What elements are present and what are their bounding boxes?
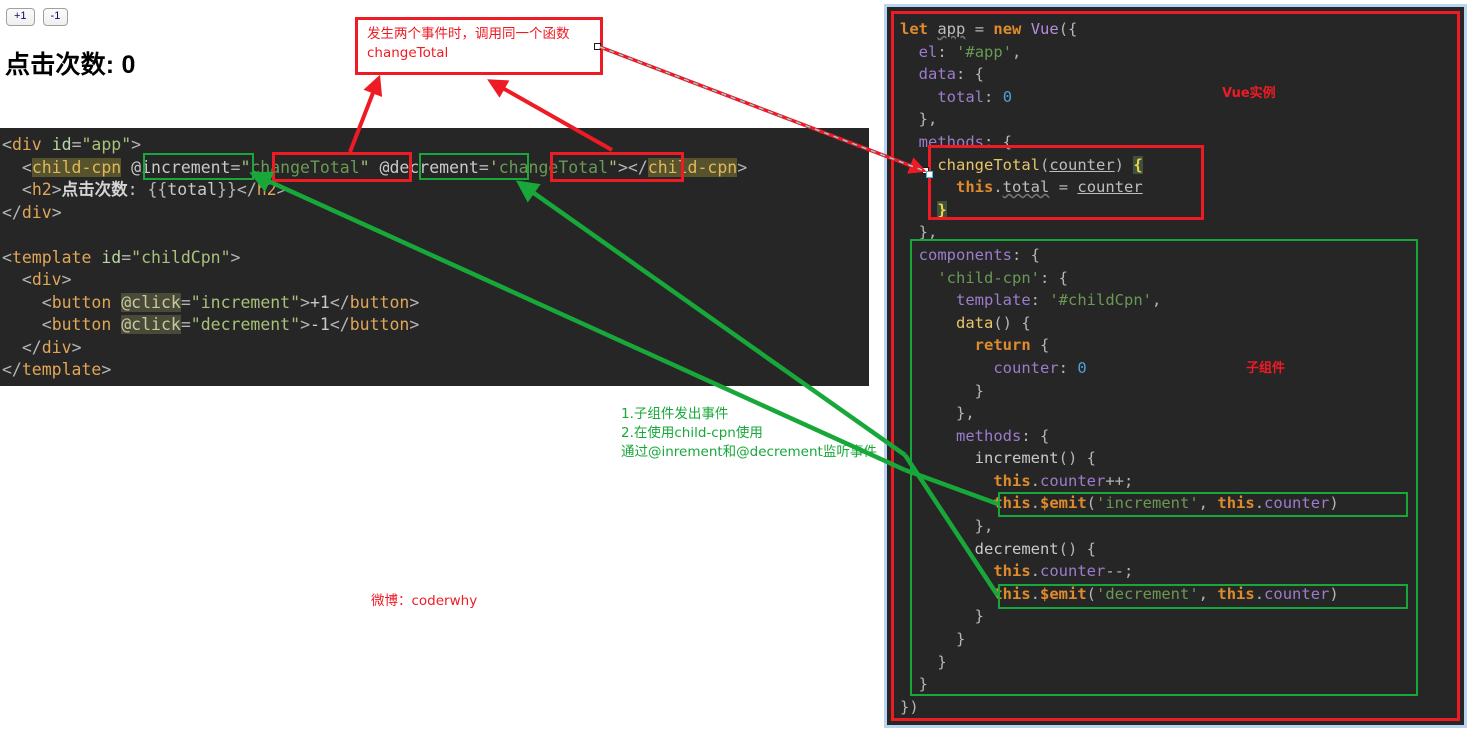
green-note-line-3: 通过@inrement和@decrement监听事件 [621,443,877,463]
note-line-2: changeTotal [367,44,600,63]
green-note-line-1: 1.子组件发出事件 [621,405,728,425]
green-note-line-2: 2.在使用child-cpn使用 [621,424,763,444]
note-line-1: 发生两个事件时，调用同一个函数 [367,25,600,44]
weibo-credit-label: 微博：coderwhy [371,589,477,609]
vue-instance-label: Vue实例 [1222,82,1276,101]
javascript-code-inner: let app = new Vue({ el: '#app', data: { … [891,11,1460,721]
html-code-block: <div id="app"> <child-cpn @increment="ch… [0,128,869,386]
arrow-end-handle[interactable] [926,171,933,178]
child-component-label: 子组件 [1246,357,1285,376]
javascript-code-block: let app = new Vue({ el: '#app', data: { … [884,4,1467,728]
click-count-heading: 点击次数: 0 [5,45,136,81]
counter-button-row: +1 -1 [6,8,68,26]
increment-button[interactable]: +1 [6,8,35,26]
annotation-note-box: 发生两个事件时，调用同一个函数 changeTotal [355,17,603,75]
note-box-resize-handle[interactable] [594,43,601,50]
decrement-button[interactable]: -1 [43,8,69,26]
